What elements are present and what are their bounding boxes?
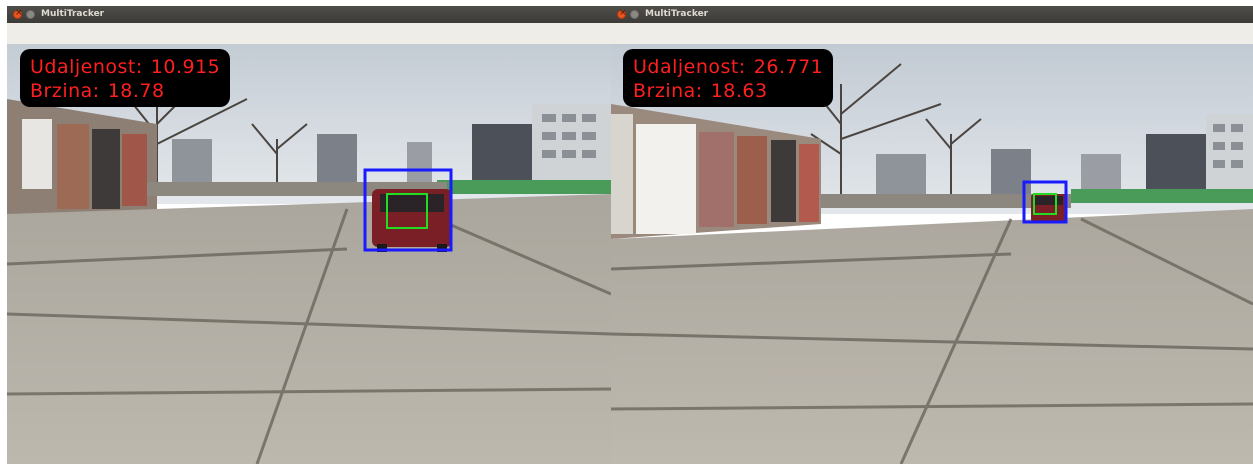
window-title: MultiTracker <box>41 9 105 19</box>
window-toolbar <box>611 23 1253 45</box>
tracker-readout: Udaljenost: 26.771 Brzina: 18.63 <box>623 49 834 107</box>
distance-label: Udaljenost: <box>633 56 746 78</box>
minimize-icon[interactable] <box>630 10 639 19</box>
window-titlebar[interactable]: MultiTracker <box>611 6 1253 23</box>
distance-label: Udaljenost: <box>30 56 143 78</box>
distance-value: 26.771 <box>753 56 824 78</box>
tracker-readout: Udaljenost: 10.915 Brzina: 18.78 <box>20 49 231 107</box>
speed-value: 18.63 <box>710 80 768 102</box>
window-titlebar[interactable]: MultiTracker <box>7 6 611 23</box>
camera-frame: Udaljenost: 10.915 Brzina: 18.78 <box>7 44 611 464</box>
distance-value: 10.915 <box>150 56 221 78</box>
scene-image <box>611 44 1253 464</box>
minimize-icon[interactable] <box>26 10 35 19</box>
camera-frame: Udaljenost: 26.771 Brzina: 18.63 <box>611 44 1253 464</box>
window-toolbar <box>7 23 611 45</box>
scene-image <box>7 44 611 464</box>
close-icon[interactable] <box>617 8 627 19</box>
close-icon[interactable] <box>13 8 23 19</box>
speed-value: 18.78 <box>107 80 165 102</box>
multitracker-window-right: MultiTracker <box>611 6 1253 464</box>
speed-label: Brzina: <box>30 80 100 102</box>
speed-label: Brzina: <box>633 80 703 102</box>
multitracker-window-left: MultiTracker <box>7 6 611 464</box>
window-title: MultiTracker <box>645 9 709 19</box>
